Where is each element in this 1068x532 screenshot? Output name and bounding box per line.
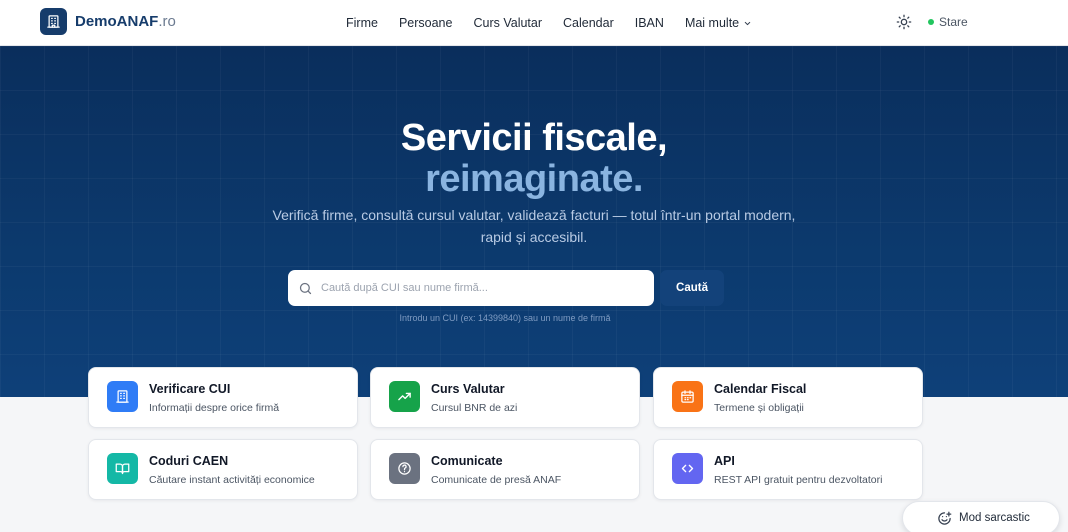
theme-toggle-button[interactable] [896,14,912,30]
status-link[interactable]: Stare [928,15,968,29]
search-input[interactable] [321,282,641,294]
sarcastic-mode-label: Mod sarcastic [959,512,1030,524]
card-description: Informații despre orice firmă [149,402,280,414]
sarcastic-mode-button[interactable]: Mod sarcastic [902,501,1060,532]
hero-title: Servicii fiscale, [400,117,668,159]
book-open-icon [107,453,138,484]
search-button[interactable]: Caută [660,270,724,306]
trending-up-icon [389,381,420,412]
search-hint: Introdu un CUI (ex: 14399840) sau un num… [399,313,611,323]
top-navbar: DemoANAF.ro Firme Persoane Curs Valutar … [0,0,1068,46]
nav-firme[interactable]: Firme [346,16,378,30]
brand-tld: .ro [158,13,176,30]
card-description: REST API gratuit pentru dezvoltatori [714,474,883,486]
nav-mai-multe[interactable]: Mai multe [685,16,752,30]
smile-plus-icon [938,511,952,525]
card-curs-valutar[interactable]: Curs Valutar Cursul BNR de azi [370,367,640,428]
sun-icon [896,14,912,30]
card-description: Comunicate de presă ANAF [431,474,562,486]
search-box [288,270,654,306]
hero-section: Servicii fiscale, reimaginate. Verifică … [0,46,1068,397]
help-circle-icon [389,453,420,484]
card-description: Căutare instant activități economice [149,474,315,486]
main-nav: Firme Persoane Curs Valutar Calendar IBA… [346,0,773,46]
card-title: Verificare CUI [149,382,231,396]
building-icon [40,8,67,35]
status-dot-icon [928,19,934,25]
building-icon [107,381,138,412]
card-title: Comunicate [431,454,503,468]
card-title: Calendar Fiscal [714,382,807,396]
nav-mai-multe-label: Mai multe [684,16,740,30]
nav-iban[interactable]: IBAN [635,16,664,30]
hero-title-accent: reimaginate. [425,158,643,200]
card-title: Curs Valutar [431,382,505,396]
card-title: API [714,454,735,468]
brand-logo[interactable]: DemoANAF.ro [40,8,176,35]
card-description: Cursul BNR de azi [431,402,518,414]
card-comunicate[interactable]: Comunicate Comunicate de presă ANAF [370,439,640,500]
nav-calendar[interactable]: Calendar [563,16,614,30]
calendar-icon [672,381,703,412]
chevron-down-icon [744,21,751,25]
card-description: Termene și obligații [714,402,804,414]
brand-name: DemoANAF.ro [75,13,176,30]
search-icon [299,282,312,294]
nav-curs-valutar[interactable]: Curs Valutar [473,16,542,30]
card-verificare-cui[interactable]: Verificare CUI Informații despre orice f… [88,367,358,428]
hero-subtitle: Verifică firme, consultă cursul valutar,… [272,207,796,245]
nav-persoane[interactable]: Persoane [399,16,453,30]
status-label: Stare [939,15,968,29]
card-calendar-fiscal[interactable]: Calendar Fiscal Termene și obligații [653,367,923,428]
code-icon [672,453,703,484]
card-coduri-caen[interactable]: Coduri CAEN Căutare instant activități e… [88,439,358,500]
card-api[interactable]: API REST API gratuit pentru dezvoltatori [653,439,923,500]
card-title: Coduri CAEN [149,454,229,468]
